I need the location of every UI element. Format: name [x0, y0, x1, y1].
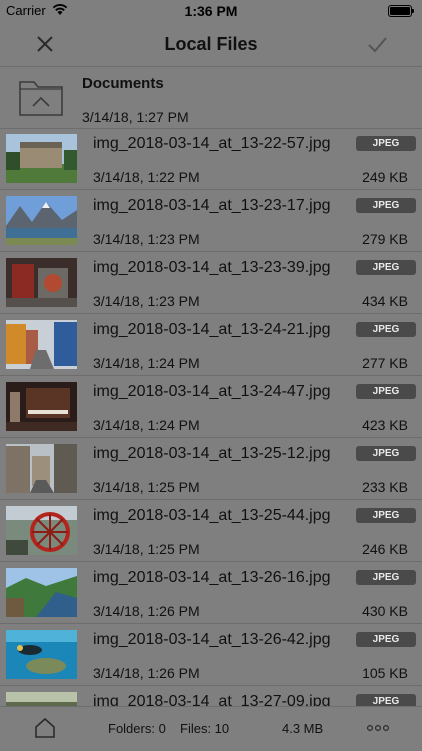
file-size: 430 KB: [362, 603, 408, 619]
photo-thumbnail: [6, 382, 77, 431]
file-size: 249 KB: [362, 169, 408, 185]
file-name: img_2018-03-14_at_13-25-44.jpg: [93, 507, 331, 524]
photo-thumbnail: [6, 692, 77, 706]
photo-thumbnail: [6, 568, 77, 617]
files-count: Files: 10: [180, 721, 230, 736]
battery-icon: [388, 5, 414, 17]
file-name: img_2018-03-14_at_13-23-39.jpg: [93, 259, 331, 276]
folder-date: 3/14/18, 1:27 PM: [82, 109, 189, 125]
file-date: 3/14/18, 1:26 PM: [93, 603, 200, 619]
file-size: 423 KB: [362, 417, 408, 433]
status-bar: Carrier 1:36 PM: [0, 0, 422, 22]
home-icon[interactable]: [34, 717, 56, 739]
file-date: 3/14/18, 1:23 PM: [93, 231, 200, 247]
folders-count: Folders: 0: [108, 721, 166, 736]
file-date: 3/14/18, 1:25 PM: [93, 541, 200, 557]
file-size: 246 KB: [362, 541, 408, 557]
checkmark-icon[interactable]: [366, 33, 388, 55]
file-row[interactable]: img_2018-03-14_at_13-24-47.jpg JPEG 3/14…: [0, 376, 422, 438]
photo-thumbnail: [6, 258, 77, 307]
more-icon[interactable]: [366, 719, 390, 737]
file-type-badge: JPEG: [356, 384, 416, 399]
file-date: 3/14/18, 1:26 PM: [93, 665, 200, 681]
file-type-badge: JPEG: [356, 570, 416, 585]
file-row[interactable]: img_2018-03-14_at_13-24-21.jpg JPEG 3/14…: [0, 314, 422, 376]
file-row[interactable]: img_2018-03-14_at_13-25-12.jpg JPEG 3/14…: [0, 438, 422, 500]
photo-thumbnail: [6, 630, 77, 679]
page-title: Local Files: [164, 34, 258, 54]
file-type-badge: JPEG: [356, 136, 416, 151]
file-row[interactable]: img_2018-03-14_at_13-25-44.jpg JPEG 3/14…: [0, 500, 422, 562]
file-name: img_2018-03-14_at_13-26-42.jpg: [93, 631, 331, 648]
folder-up-icon: [18, 79, 64, 117]
file-row[interactable]: img_2018-03-14_at_13-27-09.jpg JPEG: [0, 686, 422, 706]
file-list[interactable]: img_2018-03-14_at_13-22-57.jpg JPEG 3/14…: [0, 128, 422, 706]
photo-thumbnail: [6, 444, 77, 493]
file-type-badge: JPEG: [356, 446, 416, 461]
folder-row-documents[interactable]: Documents 3/14/18, 1:27 PM: [0, 67, 422, 129]
file-row[interactable]: img_2018-03-14_at_13-23-39.jpg JPEG 3/14…: [0, 252, 422, 314]
file-type-badge: JPEG: [356, 260, 416, 275]
file-size: 277 KB: [362, 355, 408, 371]
file-type-badge: JPEG: [356, 198, 416, 213]
file-size: 434 KB: [362, 293, 408, 309]
photo-thumbnail: [6, 320, 77, 369]
file-date: 3/14/18, 1:23 PM: [93, 293, 200, 309]
photo-thumbnail: [6, 506, 77, 555]
file-date: 3/14/18, 1:24 PM: [93, 355, 200, 371]
file-name: img_2018-03-14_at_13-24-47.jpg: [93, 383, 331, 400]
file-row[interactable]: img_2018-03-14_at_13-23-17.jpg JPEG 3/14…: [0, 190, 422, 252]
folder-name: Documents: [82, 75, 164, 92]
bottom-toolbar: Folders: 0 Files: 10 4.3 MB: [0, 706, 422, 751]
total-size: 4.3 MB: [282, 721, 324, 736]
photo-thumbnail: [6, 196, 77, 245]
photo-thumbnail: [6, 134, 77, 183]
file-size: 105 KB: [362, 665, 408, 681]
file-row[interactable]: img_2018-03-14_at_13-26-16.jpg JPEG 3/14…: [0, 562, 422, 624]
file-type-badge: JPEG: [356, 694, 416, 706]
file-name: img_2018-03-14_at_13-26-16.jpg: [93, 569, 331, 586]
file-name: img_2018-03-14_at_13-25-12.jpg: [93, 445, 331, 462]
file-name: img_2018-03-14_at_13-27-09.jpg: [93, 693, 331, 706]
file-row[interactable]: img_2018-03-14_at_13-26-42.jpg JPEG 3/14…: [0, 624, 422, 686]
file-type-badge: JPEG: [356, 508, 416, 523]
navigation-bar: Local Files: [0, 22, 422, 67]
file-name: img_2018-03-14_at_13-24-21.jpg: [93, 321, 331, 338]
file-name: img_2018-03-14_at_13-23-17.jpg: [93, 197, 331, 214]
file-date: 3/14/18, 1:25 PM: [93, 479, 200, 495]
file-type-badge: JPEG: [356, 632, 416, 647]
file-size: 233 KB: [362, 479, 408, 495]
file-row[interactable]: img_2018-03-14_at_13-22-57.jpg JPEG 3/14…: [0, 128, 422, 190]
file-date: 3/14/18, 1:22 PM: [93, 169, 200, 185]
file-size: 279 KB: [362, 231, 408, 247]
file-name: img_2018-03-14_at_13-22-57.jpg: [93, 135, 331, 152]
clock: 1:36 PM: [184, 3, 238, 19]
file-date: 3/14/18, 1:24 PM: [93, 417, 200, 433]
file-type-badge: JPEG: [356, 322, 416, 337]
